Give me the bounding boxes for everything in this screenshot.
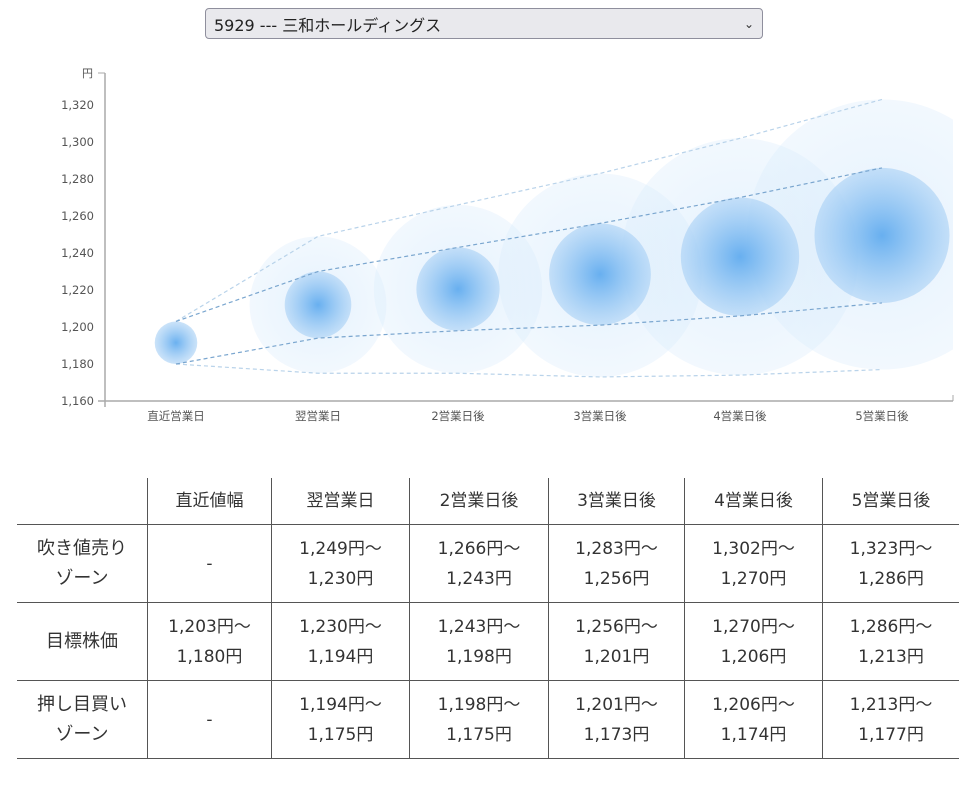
price-text: 1,201円～ — [575, 694, 658, 715]
price-cell: 1,230円～ 1,194円 — [271, 602, 410, 681]
price-text: 1,206円～ — [712, 694, 795, 715]
price-cell: 1,286円～ 1,213円 — [822, 602, 959, 681]
stock-select[interactable]: 5929 --- 三和ホールディングス ⌄ — [205, 8, 763, 39]
price-text: - — [206, 553, 213, 574]
column-header: 直近値幅 — [147, 478, 272, 525]
table-row: 吹き値売りゾーン - 1,249円～ 1,230円 1,266円～ 1,243円 1,283… — [17, 524, 959, 603]
price-text: 1,175円 — [307, 724, 374, 745]
price-cell: 1,201円～ 1,173円 — [548, 680, 685, 759]
price-text: 1,174円 — [720, 724, 787, 745]
table-header-row: 直近値幅 翌営業日 2営業日後 3営業日後 4営業日後 5営業日後 — [17, 478, 959, 525]
column-header: 翌営業日 — [271, 478, 410, 525]
price-cell: - — [147, 680, 272, 759]
y-tick-label: 1,180 — [61, 357, 94, 371]
price-text: 1,177円 — [858, 724, 924, 745]
price-text: 1,283円～ — [575, 538, 658, 559]
price-text: 1,213円 — [858, 646, 924, 667]
price-text: 1,203円～ — [168, 616, 251, 637]
price-text: 1,302円～ — [712, 538, 795, 559]
price-text: 1,180円 — [176, 646, 243, 667]
price-text: 1,175円 — [446, 724, 512, 745]
price-text: 1,194円 — [307, 646, 374, 667]
price-cell: 1,283円～ 1,256円 — [548, 524, 685, 603]
row-label: 押し目買い ゾーン — [17, 680, 148, 759]
price-cell: 1,266円～ 1,243円 — [409, 524, 549, 603]
column-header: 5営業日後 — [822, 478, 959, 525]
row-label-line: 押し目買い — [37, 693, 127, 715]
x-tick-label: 3営業日後 — [573, 409, 627, 423]
y-tick-label: 1,260 — [61, 209, 94, 223]
row-label: 目標株価 — [17, 602, 148, 681]
y-tick-label: 1,320 — [61, 98, 94, 112]
y-tick-label: 1,280 — [61, 172, 94, 186]
price-text: 1,270円 — [720, 568, 787, 589]
table-row: 押し目買いゾーン - 1,194円～ 1,175円 1,198円～ 1,175円 1,201… — [17, 680, 959, 759]
column-header: 3営業日後 — [548, 478, 685, 525]
price-cell: 1,243円～ 1,198円 — [409, 602, 549, 681]
forecast-chart: 円 1,160 1,180 1,200 1,220 1,240 1,260 1,280 1,30… — [61, 67, 954, 423]
price-text: 1,286円 — [858, 568, 924, 589]
price-text: 1,256円～ — [575, 616, 658, 637]
price-cell: 1,213円～ 1,177円 — [822, 680, 959, 759]
price-text: 1,286円～ — [849, 616, 933, 637]
price-text: 1,206円 — [720, 646, 787, 667]
price-cell: 1,194円～ 1,175円 — [271, 680, 410, 759]
row-label-line: 吹き値売り — [37, 537, 127, 559]
price-cell: 1,302円～ 1,270円 — [684, 524, 823, 603]
target-bubble — [284, 271, 352, 339]
price-cell: 1,270円～ 1,206円 — [684, 602, 823, 681]
column-header: 2営業日後 — [409, 478, 549, 525]
price-cell: 1,323円～ 1,286円 — [822, 524, 959, 603]
price-text: 1,198円～ — [437, 694, 521, 715]
price-cell: 1,198円～ 1,175円 — [409, 680, 549, 759]
x-tick-label: 4営業日後 — [713, 409, 767, 423]
target-bubble — [416, 247, 500, 331]
price-text: 1,213円～ — [849, 694, 933, 715]
column-header: 4営業日後 — [684, 478, 823, 525]
table-row: 目標株価 1,203円～ 1,180円 1,230円～ 1,194円 1,243円～ 1,1… — [17, 602, 959, 681]
price-cell: 1,203円～ 1,180円 — [147, 602, 272, 681]
price-text: 1,230円 — [307, 568, 374, 589]
row-label: 吹き値売り ゾーン — [17, 524, 148, 603]
y-tick-label: 1,300 — [61, 135, 94, 149]
price-cell: 1,206円～ 1,174円 — [684, 680, 823, 759]
target-bubble — [680, 197, 800, 316]
price-text: 1,243円～ — [437, 616, 521, 637]
price-text: 1,270円～ — [712, 616, 795, 637]
chevron-down-icon: ⌄ — [743, 16, 754, 31]
stock-select-value: 5929 --- 三和ホールディングス — [214, 15, 442, 35]
price-text: 1,194円～ — [299, 694, 382, 715]
column-header — [17, 478, 148, 525]
price-text: 1,256円 — [583, 568, 650, 589]
price-text: 1,230円～ — [299, 616, 382, 637]
target-bubble — [549, 223, 651, 326]
row-label-line: 目標株価 — [46, 630, 118, 652]
y-tick-label: 1,240 — [61, 246, 94, 260]
target-bubble — [814, 167, 950, 303]
y-tick-label: 1,160 — [61, 394, 94, 408]
y-tick-label: 1,200 — [61, 320, 94, 334]
row-label-line: ゾーン — [55, 567, 109, 589]
row-label-line: ゾーン — [55, 723, 109, 745]
x-tick-label: 5営業日後 — [855, 409, 909, 423]
price-text: 1,173円 — [583, 724, 650, 745]
price-cell: 1,249円～ 1,230円 — [271, 524, 410, 603]
forecast-table: 直近値幅 翌営業日 2営業日後 3営業日後 4営業日後 5営業日後 吹き値売りゾーン - 1,… — [17, 478, 959, 759]
x-tick-label: 2営業日後 — [431, 409, 485, 423]
price-cell: - — [147, 524, 272, 603]
x-tick-label: 直近営業日 — [147, 409, 205, 423]
y-unit-label: 円 — [82, 67, 93, 80]
price-text: 1,249円～ — [299, 538, 382, 559]
price-text: 1,323円～ — [849, 538, 933, 559]
price-text: 1,201円 — [583, 646, 650, 667]
price-text: 1,198円 — [446, 646, 512, 667]
target-bubble — [154, 321, 198, 364]
price-text: 1,266円～ — [437, 538, 521, 559]
price-text: - — [206, 709, 213, 730]
price-text: 1,243円 — [446, 568, 512, 589]
x-tick-label: 翌営業日 — [295, 409, 341, 423]
y-tick-label: 1,220 — [61, 283, 94, 297]
price-cell: 1,256円～ 1,201円 — [548, 602, 685, 681]
